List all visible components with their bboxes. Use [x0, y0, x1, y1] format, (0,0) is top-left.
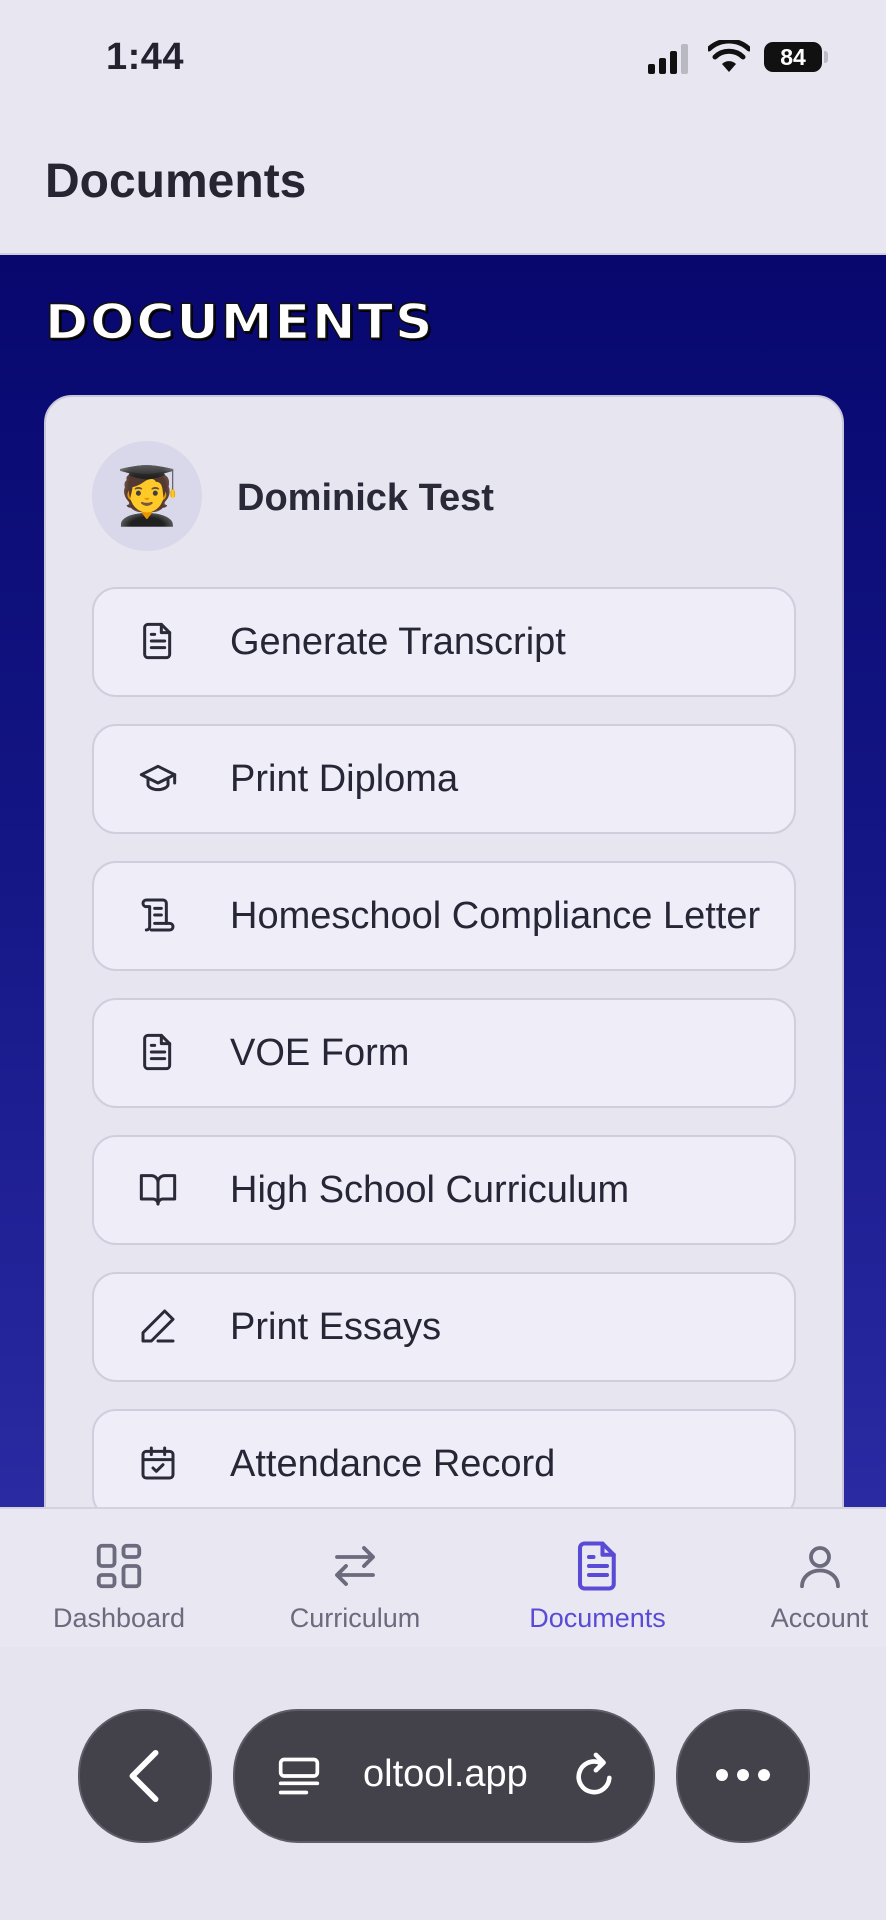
- wifi-icon: [708, 40, 750, 72]
- calendar-check-icon: [141, 1446, 175, 1480]
- tab-label: Documents: [529, 1603, 666, 1633]
- page-title: Documents: [45, 155, 307, 208]
- graduation-cap-icon: [139, 764, 177, 792]
- high-school-curriculum-button[interactable]: High School Curriculum: [92, 1135, 796, 1245]
- browser-toolbar: oltool.app: [0, 1647, 886, 1920]
- document-label: Generate Transcript: [230, 621, 566, 663]
- more-options-button[interactable]: [676, 1709, 810, 1843]
- document-list: Generate Transcript Print Diploma Homesc…: [92, 587, 796, 1546]
- app-header: Documents: [0, 110, 886, 255]
- address-bar[interactable]: oltool.app: [233, 1709, 655, 1843]
- scroll-icon: [141, 898, 175, 932]
- reload-icon[interactable]: [571, 1751, 617, 1801]
- cellular-signal-icon: [648, 44, 688, 74]
- document-label: Print Essays: [230, 1306, 442, 1348]
- tab-dashboard[interactable]: Dashboard: [44, 1539, 194, 1634]
- reader-page-icon: [278, 1757, 320, 1795]
- status-time: 1:44: [106, 36, 185, 78]
- url-text: oltool.app: [363, 1753, 528, 1795]
- student-name: Dominick Test: [237, 477, 494, 519]
- tab-label: Account: [770, 1603, 869, 1633]
- print-diploma-button[interactable]: Print Diploma: [92, 724, 796, 834]
- student-avatar: 🧑‍🎓: [92, 441, 202, 551]
- documents-hero: DOCUMENTS 🧑‍🎓 Dominick Test Generate Tra…: [0, 255, 886, 1599]
- user-icon: [799, 1546, 840, 1589]
- grid-icon: [96, 1543, 142, 1589]
- tab-curriculum[interactable]: Curriculum: [280, 1539, 430, 1634]
- tab-documents[interactable]: Documents: [520, 1539, 675, 1634]
- document-text-icon: [143, 622, 172, 660]
- compliance-letter-button[interactable]: Homeschool Compliance Letter: [92, 861, 796, 971]
- hero-title: DOCUMENTS: [44, 295, 435, 352]
- arrows-exchange-icon: [335, 1546, 375, 1586]
- voe-form-button[interactable]: VOE Form: [92, 998, 796, 1108]
- back-button[interactable]: [78, 1709, 212, 1843]
- tab-label: Dashboard: [52, 1603, 186, 1633]
- pen-icon: [141, 1309, 175, 1343]
- document-label: VOE Form: [230, 1032, 410, 1074]
- open-book-icon: [139, 1174, 177, 1206]
- status-bar: 1:44 84: [0, 0, 886, 110]
- tab-label: Curriculum: [289, 1603, 421, 1633]
- document-text-icon: [577, 1541, 616, 1591]
- print-essays-button[interactable]: Print Essays: [92, 1272, 796, 1382]
- document-label: Print Diploma: [230, 758, 459, 800]
- student-documents-card: 🧑‍🎓 Dominick Test Generate Transcript Pr…: [44, 395, 844, 1599]
- battery-icon: 84: [764, 42, 828, 74]
- ellipsis-icon: [716, 1769, 770, 1781]
- chevron-left-icon: [129, 1749, 159, 1803]
- generate-transcript-button[interactable]: Generate Transcript: [92, 587, 796, 697]
- document-label: Attendance Record: [230, 1443, 556, 1485]
- document-text-icon: [143, 1033, 172, 1071]
- battery-level: 84: [764, 42, 822, 72]
- tab-account[interactable]: Account: [762, 1539, 877, 1634]
- document-label: High School Curriculum: [230, 1169, 630, 1211]
- attendance-record-button[interactable]: Attendance Record: [92, 1409, 796, 1519]
- document-label: Homeschool Compliance Letter: [230, 895, 761, 937]
- bottom-tab-bar: Dashboard Curriculum Documents Account: [0, 1507, 886, 1649]
